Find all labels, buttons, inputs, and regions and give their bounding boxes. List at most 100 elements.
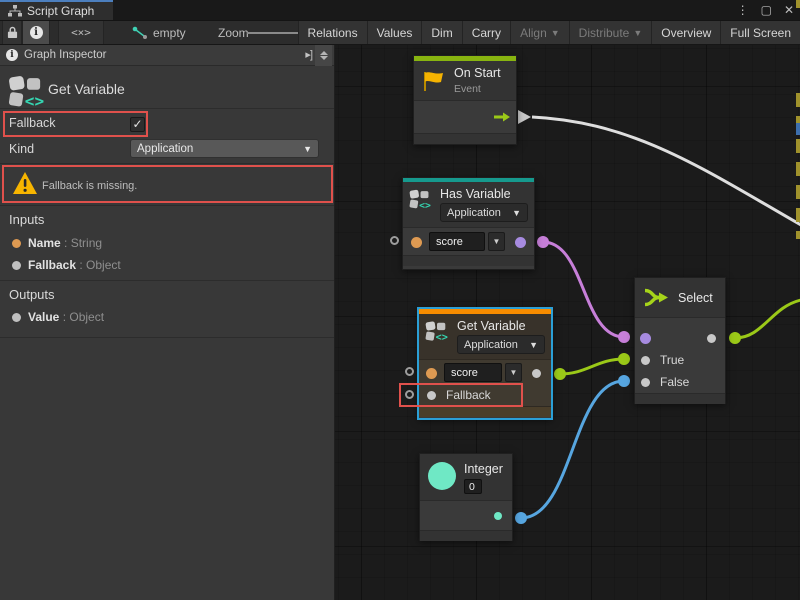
wire-endpoint[interactable] [618, 353, 630, 365]
variable-name-field[interactable]: score [429, 232, 485, 251]
graph-inspector-panel: i Graph Inspector ▸] <> Get Variable Fal… [0, 45, 335, 600]
unconnected-port-ring[interactable] [390, 236, 399, 245]
nest-graph-icon [132, 26, 148, 40]
flow-output-port[interactable] [494, 111, 510, 123]
graph-inspector-header: i Graph Inspector ▸] [0, 45, 334, 66]
wire-endpoint[interactable] [618, 331, 630, 343]
true-input-port[interactable] [641, 356, 650, 365]
svg-text:<>: <> [436, 333, 448, 344]
full-screen-button[interactable]: Full Screen [720, 21, 800, 44]
output-row-value: Value : Object [28, 310, 104, 324]
distribute-button[interactable]: Distribute ▼ [569, 21, 652, 44]
node-title: Select [678, 291, 713, 305]
true-port-label: True [660, 353, 684, 367]
dim-button[interactable]: Dim [421, 21, 461, 44]
maximize-icon[interactable]: ▢ [761, 3, 772, 17]
variable-name-field[interactable]: score [444, 363, 502, 382]
variables-icon: <> [425, 319, 449, 344]
chevron-down-icon: ▼ [633, 28, 642, 38]
wire-endpoint[interactable] [554, 368, 566, 380]
kind-label: Kind [9, 142, 34, 156]
kind-dropdown[interactable]: Application ▼ [130, 139, 319, 158]
bool-output-port[interactable] [515, 237, 526, 248]
chevron-down-icon: ▼ [303, 144, 312, 154]
input-row-fallback: Fallback : Object [28, 258, 121, 272]
chevron-down-icon: ▼ [551, 28, 560, 38]
input-port-dot [12, 239, 21, 248]
node-title: On Start [454, 66, 501, 80]
wire-endpoint[interactable] [729, 332, 741, 344]
warning-highlight-rect [2, 165, 333, 203]
panel-title: Graph Inspector [24, 49, 106, 61]
wire-endpoint[interactable] [618, 375, 630, 387]
variable-name-dropdown[interactable]: ▼ [488, 232, 505, 251]
node-title: Get Variable [457, 319, 545, 333]
node-title: Has Variable [440, 187, 528, 201]
svg-text:<>: <> [419, 200, 431, 211]
node-select[interactable]: Select True False [634, 277, 726, 404]
inspected-node-title: Get Variable [48, 81, 125, 97]
chevron-down-icon: ▼ [512, 208, 521, 218]
values-button[interactable]: Values [367, 21, 422, 44]
code-preview-button[interactable]: <×> [58, 21, 104, 44]
carry-button[interactable]: Carry [462, 21, 510, 44]
clipped-edge-mark [796, 0, 800, 8]
select-icon [643, 287, 670, 308]
fallback-highlight-rect [3, 111, 148, 137]
false-input-port[interactable] [641, 378, 650, 387]
clipped-node-edge-port [796, 123, 800, 135]
toolbar-button-group: Relations Values Dim Carry Align ▼ Distr… [298, 21, 800, 44]
overview-button[interactable]: Overview [651, 21, 720, 44]
relations-button[interactable]: Relations [298, 21, 367, 44]
name-input-port[interactable] [411, 237, 422, 248]
dock-icon[interactable]: ▸] [305, 48, 312, 61]
variables-icon: <> [409, 187, 432, 212]
close-icon[interactable]: ✕ [784, 3, 794, 17]
wire-get-variable-select [560, 359, 624, 374]
info-icon: i [6, 49, 18, 61]
node-integer[interactable]: Integer 0 [419, 453, 513, 541]
inputs-heading: Inputs [9, 212, 44, 227]
window-controls: ⋮ ▢ ✕ [737, 0, 794, 20]
number-output-port[interactable] [494, 512, 502, 520]
node-on-start[interactable]: On Start Event [413, 55, 517, 145]
zoom-label: Zoom [218, 26, 249, 40]
node-has-variable[interactable]: <> Has Variable Application ▼ score ▼ [402, 177, 535, 270]
clipped-node-edge [796, 93, 800, 239]
outputs-heading: Outputs [9, 287, 55, 302]
selection-output-port[interactable] [707, 334, 716, 343]
integer-value-field[interactable]: 0 [464, 479, 482, 494]
variable-kind-dropdown[interactable]: Application ▼ [440, 203, 528, 222]
svg-text:<>: <> [25, 92, 44, 109]
graph-canvas[interactable]: On Start Event [335, 45, 800, 600]
info-icon: i [30, 26, 43, 39]
integer-icon [428, 462, 456, 490]
wire-endpoint[interactable] [537, 236, 549, 248]
tab-script-graph[interactable]: Script Graph [0, 0, 113, 20]
tab-bar: Script Graph ⋮ ▢ ✕ [0, 0, 800, 20]
node-title: Integer [464, 462, 503, 476]
name-input-port[interactable] [426, 368, 437, 379]
variable-name-dropdown[interactable]: ▼ [505, 363, 522, 382]
wire-on-start [532, 117, 800, 225]
chevron-down-icon: ▼ [529, 340, 538, 350]
graph-toolbar: i <×> empty Zoom 1x Relations Values Dim… [0, 20, 800, 45]
panel-spinner[interactable] [315, 45, 332, 66]
condition-input-port[interactable] [640, 333, 651, 344]
wire-endpoint[interactable] [515, 512, 527, 524]
flag-icon [422, 70, 446, 92]
lock-button[interactable] [2, 21, 22, 44]
output-port-dot [12, 313, 21, 322]
hierarchy-icon [8, 5, 22, 17]
wire-select-output [735, 300, 800, 338]
menu-icon[interactable]: ⋮ [737, 3, 749, 17]
value-output-port[interactable] [532, 369, 541, 378]
variable-kind-dropdown[interactable]: Application ▼ [457, 335, 545, 354]
input-port-dot [12, 261, 21, 270]
script-graph-window: Script Graph ⋮ ▢ ✕ i <×> empty [0, 0, 800, 600]
unconnected-port-ring[interactable] [405, 367, 414, 376]
align-button[interactable]: Align ▼ [510, 21, 569, 44]
inspector-toggle-button[interactable]: i [22, 21, 50, 44]
variables-icon: <> [8, 75, 46, 109]
input-row-name: Name : String [28, 236, 102, 250]
